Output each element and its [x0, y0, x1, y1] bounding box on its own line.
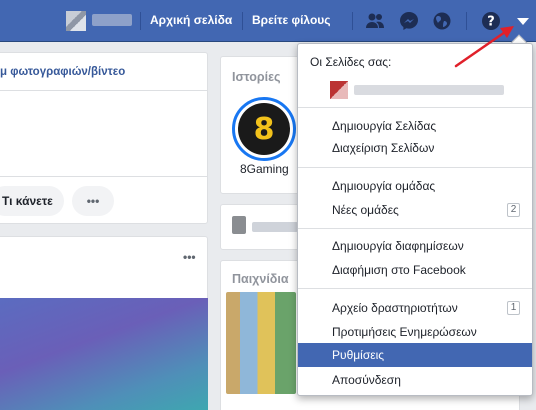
your-page-item[interactable]	[330, 79, 504, 99]
feeling-activity-button[interactable]: Τι κάνετε	[0, 186, 64, 216]
menu-item-create-group[interactable]: Δημιουργία ομάδας	[298, 174, 532, 198]
menu-item-create-page[interactable]: Δημιουργία Σελίδας	[298, 114, 532, 138]
menu-item-new-groups[interactable]: Νέες ομάδες 2	[298, 198, 532, 222]
post-menu-button[interactable]: •••	[183, 250, 196, 264]
menu-item-log-out[interactable]: Αποσύνδεση	[298, 368, 532, 392]
your-pages-header: Οι Σελίδες σας:	[310, 55, 392, 69]
count-badge: 2	[507, 203, 520, 217]
card-divider	[0, 176, 208, 177]
menu-separator	[298, 228, 532, 229]
nav-separator	[242, 12, 243, 30]
friends-icon[interactable]	[364, 10, 386, 32]
blurred-text	[252, 222, 298, 232]
find-friends-link[interactable]: Βρείτε φίλους	[252, 13, 331, 27]
home-link[interactable]: Αρχική σελίδα	[150, 13, 232, 27]
page-name-blurred	[354, 85, 504, 95]
menu-item-manage-pages[interactable]: Διαχείριση Σελίδων	[298, 136, 532, 160]
account-dropdown-menu: Οι Σελίδες σας: Δημιουργία Σελίδας Διαχε…	[297, 43, 533, 396]
games-title: Παιχνίδια	[232, 272, 289, 286]
count-badge: 1	[507, 301, 520, 315]
menu-separator	[298, 288, 532, 289]
page-avatar	[330, 81, 348, 99]
menu-item-label: Νέες ομάδες	[332, 203, 399, 217]
story-logo: 8	[238, 103, 290, 155]
post-image[interactable]	[0, 298, 208, 410]
photo-video-tab[interactable]: μ φωτογραφιών/βίντεο	[0, 66, 125, 78]
story-avatar[interactable]: 8	[232, 97, 296, 161]
nav-separator	[140, 12, 141, 30]
menu-item-create-ads[interactable]: Δημιουργία διαφημίσεων	[298, 234, 532, 258]
menu-separator	[298, 107, 532, 108]
profile-name-blurred[interactable]	[92, 14, 132, 26]
profile-avatar[interactable]	[66, 11, 86, 31]
menu-item-activity-log[interactable]: Αρχείο δραστηριοτήτων 1	[298, 296, 532, 320]
card-divider	[0, 90, 208, 91]
messenger-icon[interactable]	[398, 10, 420, 32]
blurred-thumbnail	[232, 216, 246, 234]
nav-separator	[352, 12, 353, 30]
game-thumbnail[interactable]	[226, 292, 296, 394]
annotation-arrow-icon	[454, 26, 514, 68]
menu-item-label: Αρχείο δραστηριοτήτων	[332, 301, 458, 315]
menu-item-advertise-on-facebook[interactable]: Διαφήμιση στο Facebook	[298, 258, 532, 282]
menu-separator	[298, 167, 532, 168]
stories-title: Ιστορίες	[232, 70, 281, 84]
more-options-button[interactable]: •••	[72, 186, 114, 216]
menu-item-settings[interactable]: Ρυθμίσεις	[298, 343, 532, 367]
menu-item-news-feed-preferences[interactable]: Προτιμήσεις Ενημερώσεων	[298, 320, 532, 344]
story-name[interactable]: 8Gaming	[240, 162, 289, 176]
